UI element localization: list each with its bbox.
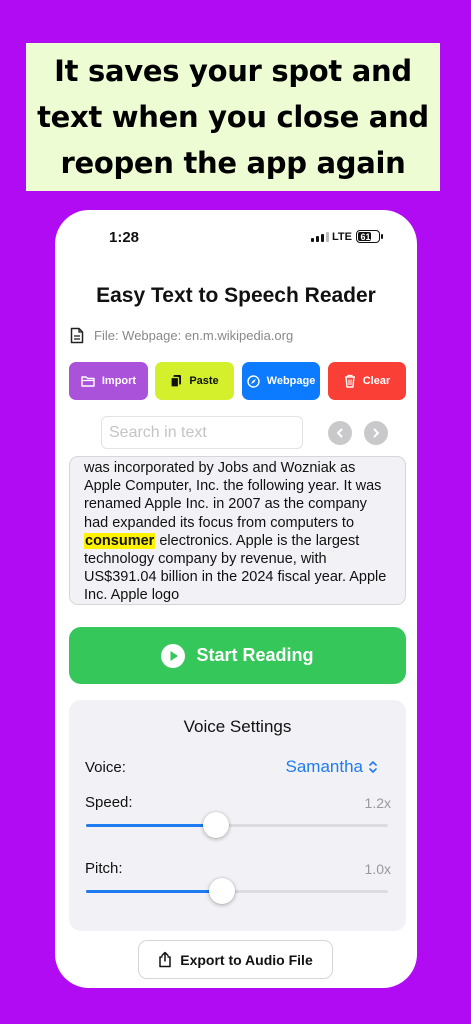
trash-icon xyxy=(344,374,355,388)
pitch-value: 1.0x xyxy=(364,861,391,877)
voice-settings-title: Voice Settings xyxy=(183,717,292,736)
export-audio-label: Export to Audio File xyxy=(180,951,313,968)
battery-level: 61 xyxy=(360,231,371,242)
clear-button[interactable]: Clear xyxy=(328,362,406,400)
clear-button-label: Clear xyxy=(362,375,391,387)
speed-label: Speed: xyxy=(85,794,133,811)
webpage-button-label: Webpage xyxy=(266,375,316,387)
voice-label: Voice: xyxy=(85,759,126,776)
clipboard-icon xyxy=(170,375,182,388)
next-match-button[interactable] xyxy=(364,421,388,445)
play-circle-icon xyxy=(161,643,186,668)
reader-text: was incorporated by Jobs and Wozniak as … xyxy=(84,459,391,604)
promo-banner: It saves your spot and text when you clo… xyxy=(26,43,440,191)
paste-button-label: Paste xyxy=(189,375,219,387)
compass-icon xyxy=(246,374,260,388)
share-icon xyxy=(159,951,171,968)
pitch-slider[interactable] xyxy=(86,878,388,904)
chevron-right-icon xyxy=(373,428,379,438)
previous-match-button[interactable] xyxy=(328,421,352,445)
current-word-highlight: consumer xyxy=(84,532,156,549)
chevron-left-icon xyxy=(337,428,343,438)
app-title: Easy Text to Speech Reader xyxy=(96,284,376,307)
network-label: LTE xyxy=(332,231,352,243)
phone-screen: 1:28 LTE 61 Easy Text to Speech Reader F… xyxy=(55,210,417,988)
speed-slider-thumb[interactable] xyxy=(202,812,229,838)
import-button-label: Import xyxy=(101,375,137,387)
speed-slider-fill xyxy=(86,824,216,827)
webpage-button[interactable]: Webpage xyxy=(242,362,320,400)
pitch-slider-thumb[interactable] xyxy=(208,878,235,904)
document-icon xyxy=(70,327,84,344)
status-time: 1:28 xyxy=(109,229,140,246)
folder-icon xyxy=(81,376,95,387)
import-button[interactable]: Import xyxy=(69,362,148,400)
file-source-label: File: Webpage: en.m.wikipedia.org xyxy=(94,328,294,343)
paste-button[interactable]: Paste xyxy=(155,362,234,400)
chevron-up-down-icon xyxy=(369,761,377,773)
export-audio-button[interactable]: Export to Audio File xyxy=(138,940,333,979)
voice-picker-value: Samantha xyxy=(285,757,364,776)
pitch-label: Pitch: xyxy=(85,860,123,877)
reader-text-before: was incorporated by Jobs and Wozniak as … xyxy=(84,460,382,531)
pitch-slider-fill xyxy=(86,890,222,893)
signal-icon xyxy=(311,232,329,242)
start-reading-label: Start Reading xyxy=(196,645,314,665)
status-bar: 1:28 LTE 61 xyxy=(55,210,417,260)
file-source-row: File: Webpage: en.m.wikipedia.org xyxy=(70,327,293,344)
battery-icon: 61 xyxy=(356,230,383,243)
voice-settings-panel: Voice Settings Voice: Samantha Speed: 1.… xyxy=(69,700,406,931)
action-buttons: Import Paste Webpage Clear xyxy=(69,362,406,400)
search-input[interactable] xyxy=(101,416,303,449)
speed-value: 1.2x xyxy=(364,795,391,811)
promo-banner-text: It saves your spot and text when you clo… xyxy=(37,54,429,180)
voice-picker[interactable]: Samantha xyxy=(286,757,379,777)
start-reading-button[interactable]: Start Reading xyxy=(69,627,406,684)
reader-text-area[interactable]: was incorporated by Jobs and Wozniak as … xyxy=(69,456,406,605)
speed-slider[interactable] xyxy=(86,812,388,838)
